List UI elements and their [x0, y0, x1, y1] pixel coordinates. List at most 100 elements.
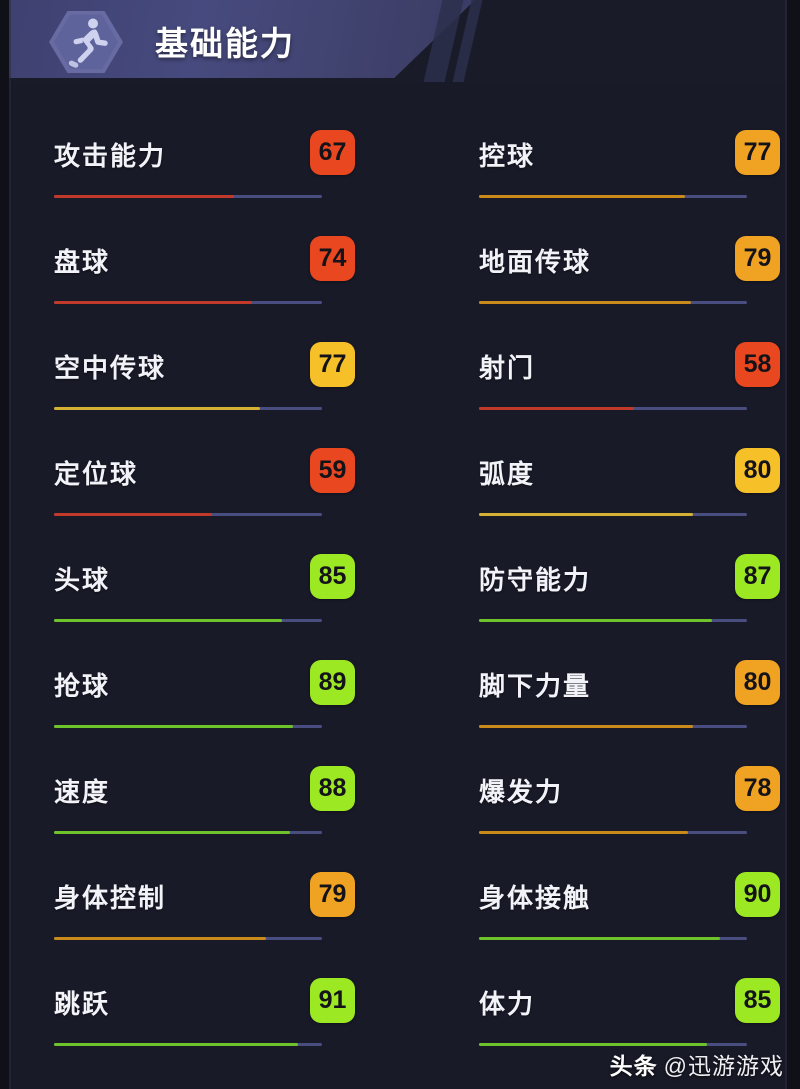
stat-bar-track: [479, 407, 747, 410]
stat-row: 控球 77: [469, 118, 781, 224]
stat-label: 弧度: [479, 459, 536, 489]
stat-value-badge: 78: [735, 766, 780, 811]
page-title: 基础能力: [155, 25, 295, 62]
stat-row: 身体控制 79: [44, 860, 356, 966]
stat-row: 弧度 80: [469, 436, 781, 542]
stat-row: 头球 85: [44, 542, 356, 648]
stat-value-badge: 85: [310, 554, 355, 599]
stat-row: 速度 88: [44, 754, 356, 860]
stat-row: 跳跃 91: [44, 966, 356, 1072]
stat-bar-track: [54, 513, 322, 516]
stat-label: 地面传球: [479, 247, 592, 277]
stat-value-badge: 88: [310, 766, 355, 811]
stat-bar-track: [479, 937, 747, 940]
stat-row: 定位球 59: [44, 436, 356, 542]
stat-bar-fill: [479, 513, 694, 516]
stat-bar-track: [54, 301, 322, 304]
stat-row: 爆发力 78: [469, 754, 781, 860]
stat-row: 抢球 89: [44, 648, 356, 754]
section-header: 基础能力: [0, 0, 800, 82]
stat-bar-fill: [54, 937, 266, 940]
stat-label: 防守能力: [479, 565, 592, 595]
stat-bar-fill: [479, 407, 635, 410]
watermark-brand: 头条: [609, 1053, 658, 1079]
ability-panel: 基础能力 攻击能力 67 盘球 74 空中传球 77 定位球 59 头球 85 抢球 89 速度 88 身体…: [0, 0, 800, 1089]
panel-right-edge: [787, 0, 800, 1089]
stat-label: 空中传球: [54, 353, 167, 383]
stat-label: 速度: [54, 777, 111, 807]
stat-label: 脚下力量: [479, 671, 592, 701]
stat-value-badge: 67: [310, 130, 355, 175]
stats-column-right: 控球 77 地面传球 79 射门 58 弧度 80 防守能力 87 脚下力量 80 爆发力 78 身体接触 9…: [469, 118, 781, 1072]
stat-value-badge: 79: [735, 236, 780, 281]
stat-bar-track: [479, 725, 747, 728]
stat-bar-fill: [54, 1043, 298, 1046]
stat-row: 空中传球 77: [44, 330, 356, 436]
stat-label: 体力: [479, 989, 536, 1019]
stat-value-badge: 79: [310, 872, 355, 917]
stat-row: 脚下力量 80: [469, 648, 781, 754]
stat-value-badge: 91: [310, 978, 355, 1023]
stat-bar-fill: [479, 831, 689, 834]
stat-bar-track: [479, 1043, 747, 1046]
stat-label: 跳跃: [54, 989, 111, 1019]
stat-value-badge: 74: [310, 236, 355, 281]
stat-value-badge: 59: [310, 448, 355, 493]
stat-bar-track: [54, 831, 322, 834]
stat-bar-track: [479, 513, 747, 516]
stat-bar-fill: [54, 195, 234, 198]
stat-label: 攻击能力: [54, 141, 167, 171]
stat-bar-track: [479, 831, 747, 834]
stat-bar-fill: [54, 513, 213, 516]
stat-bar-track: [479, 619, 747, 622]
stat-bar-track: [54, 195, 322, 198]
stat-bar-fill: [479, 195, 686, 198]
stat-bar-fill: [54, 301, 253, 304]
stats-column-left: 攻击能力 67 盘球 74 空中传球 77 定位球 59 头球 85 抢球 89 速度 88 身体控制 79 跳…: [44, 118, 356, 1072]
stat-value-badge: 80: [735, 660, 780, 705]
stat-value-badge: 77: [310, 342, 355, 387]
stat-bar-track: [54, 937, 322, 940]
panel-right-divider: [785, 0, 787, 1089]
stat-label: 射门: [479, 353, 536, 383]
stat-bar-fill: [54, 407, 261, 410]
stat-value-badge: 89: [310, 660, 355, 705]
stat-row: 攻击能力 67: [44, 118, 356, 224]
stat-bar-fill: [54, 725, 293, 728]
stat-row: 射门 58: [469, 330, 781, 436]
stat-bar-track: [54, 407, 322, 410]
stat-row: 身体接触 90: [469, 860, 781, 966]
panel-left-edge: [0, 0, 9, 1089]
running-figure-icon: [62, 16, 112, 68]
stat-bar-track: [479, 301, 747, 304]
stat-label: 盘球: [54, 247, 111, 277]
stat-bar-track: [479, 195, 747, 198]
stat-label: 控球: [479, 141, 536, 171]
stat-value-badge: 90: [735, 872, 780, 917]
stat-row: 防守能力 87: [469, 542, 781, 648]
stat-bar-fill: [479, 725, 694, 728]
stat-value-badge: 77: [735, 130, 780, 175]
stat-bar-fill: [54, 619, 282, 622]
stat-value-badge: 58: [735, 342, 780, 387]
stat-label: 爆发力: [479, 777, 564, 807]
stat-bar-fill: [54, 831, 290, 834]
stat-bar-fill: [479, 619, 713, 622]
stat-label: 身体接触: [479, 883, 592, 913]
stat-bar-track: [54, 725, 322, 728]
stat-bar-track: [54, 1043, 322, 1046]
stat-label: 头球: [54, 565, 111, 595]
panel-left-divider: [9, 0, 11, 1089]
stat-value-badge: 80: [735, 448, 780, 493]
stat-bar-fill: [479, 301, 691, 304]
stat-label: 定位球: [54, 459, 139, 489]
stat-value-badge: 85: [735, 978, 780, 1023]
stat-bar-fill: [479, 1043, 707, 1046]
watermark-handle: @迅游游戏: [663, 1053, 784, 1079]
stat-row: 盘球 74: [44, 224, 356, 330]
stat-value-badge: 87: [735, 554, 780, 599]
stat-row: 地面传球 79: [469, 224, 781, 330]
stat-label: 身体控制: [54, 883, 167, 913]
stat-bar-fill: [479, 937, 721, 940]
watermark: 头条 @迅游游戏: [610, 1047, 784, 1081]
